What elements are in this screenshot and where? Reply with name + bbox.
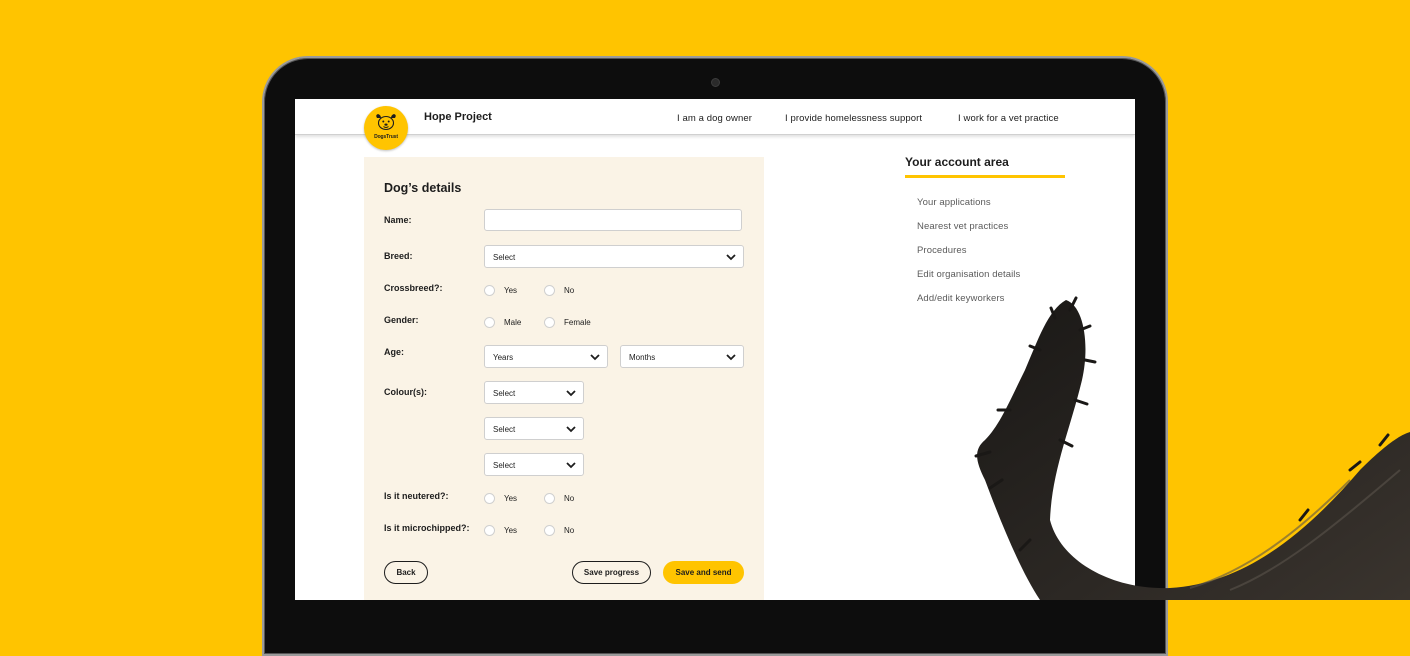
dog-tail-image [974, 296, 1410, 600]
